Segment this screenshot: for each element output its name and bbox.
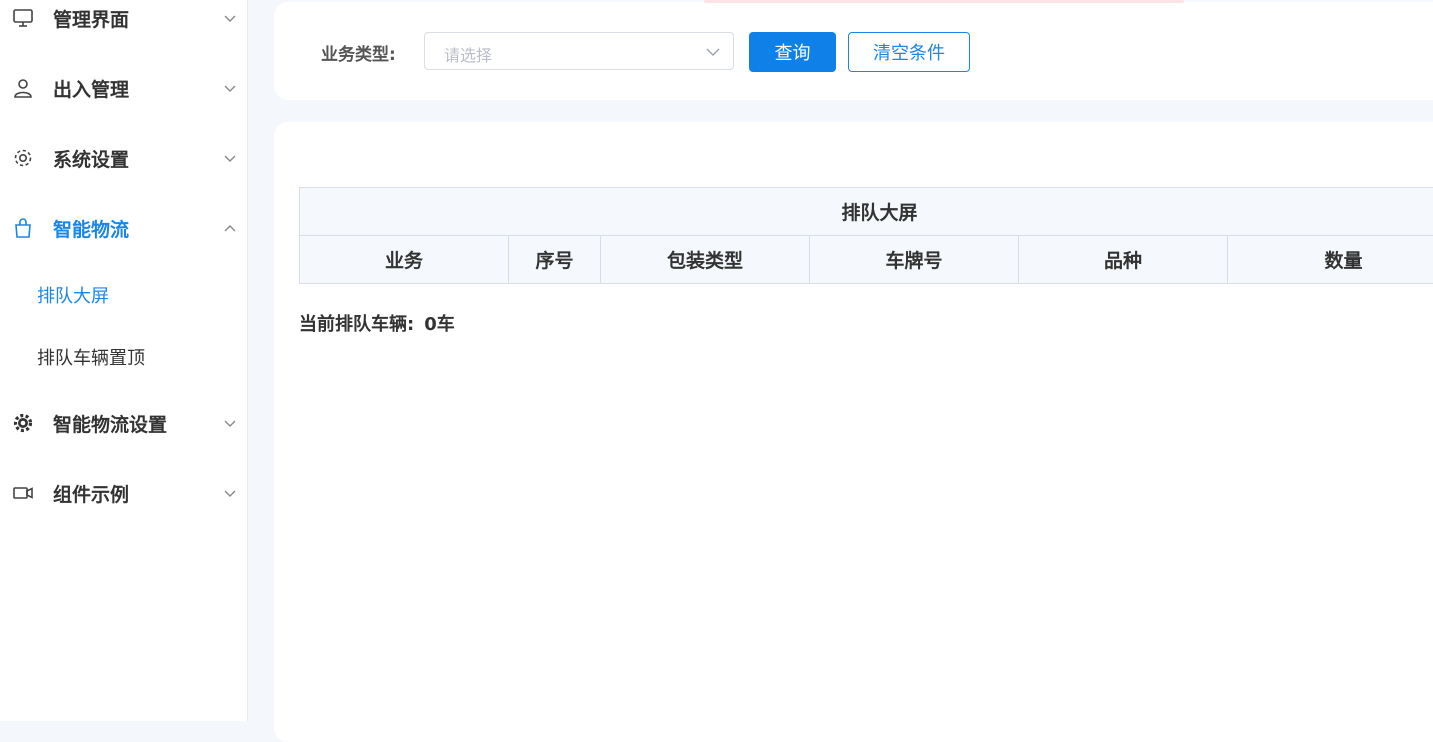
column-header-plate-number: 车牌号 [810, 236, 1019, 284]
monitor-icon [12, 7, 34, 29]
column-header-sequence: 序号 [509, 236, 601, 284]
sidebar-item-label: 出入管理 [53, 75, 129, 102]
filter-card: 业务类型: 请选择 查询 清空条件 [274, 2, 1433, 100]
user-icon [12, 77, 34, 99]
column-header-package-type: 包装类型 [601, 236, 810, 284]
sidebar-item-smart-logistics[interactable]: 智能物流 [0, 203, 248, 253]
shopping-bag-icon [12, 217, 34, 239]
clear-conditions-button[interactable]: 清空条件 [848, 32, 970, 72]
table-title: 排队大屏 [300, 188, 1433, 236]
sidebar-item-management[interactable]: 管理界面 [0, 0, 248, 43]
queue-count-value: 0车 [424, 314, 455, 335]
sidebar-item-access[interactable]: 出入管理 [0, 63, 248, 113]
chevron-down-icon [222, 80, 238, 96]
chevron-up-icon [222, 220, 238, 236]
sidebar-item-label: 系统设置 [53, 145, 129, 172]
sidebar-item-smart-logistics-settings[interactable]: 智能物流设置 [0, 398, 248, 448]
chevron-down-icon [222, 415, 238, 431]
sidebar-subitem-queue-screen[interactable]: 排队大屏 [0, 275, 248, 315]
query-button[interactable]: 查询 [749, 32, 836, 72]
gear-filled-icon [12, 412, 34, 434]
queue-count: 当前排队车辆: 0车 [299, 310, 455, 336]
chevron-down-icon [705, 44, 721, 60]
sidebar-subitem-queue-vehicle-pin[interactable]: 排队车辆置顶 [0, 337, 248, 377]
sidebar-subitem-label: 排队车辆置顶 [37, 344, 145, 370]
sidebar: 管理界面 出入管理 系统设置 智能物流 排队大屏 排 [0, 0, 248, 721]
queue-count-label: 当前排队车辆: [299, 314, 414, 335]
sidebar-item-label: 智能物流设置 [53, 410, 167, 437]
column-header-business: 业务 [300, 236, 509, 284]
business-type-select[interactable]: 请选择 [424, 32, 734, 70]
sidebar-item-component-examples[interactable]: 组件示例 [0, 468, 248, 518]
queue-table: 排队大屏 业务 序号 包装类型 车牌号 品种 数量 [299, 187, 1433, 284]
content-card: 排队大屏 业务 序号 包装类型 车牌号 品种 数量 当前排队车辆: 0车 [274, 122, 1433, 742]
business-type-label: 业务类型: [321, 40, 396, 65]
sidebar-item-system-settings[interactable]: 系统设置 [0, 133, 248, 183]
gear-outline-icon [12, 147, 34, 169]
top-accent-bar [704, 0, 1184, 3]
select-placeholder: 请选择 [444, 42, 492, 66]
chevron-down-icon [222, 10, 238, 26]
column-header-variety: 品种 [1019, 236, 1228, 284]
chevron-down-icon [222, 150, 238, 166]
chevron-down-icon [222, 485, 238, 501]
sidebar-subitem-label: 排队大屏 [37, 282, 109, 308]
sidebar-item-label: 组件示例 [53, 480, 129, 507]
column-header-quantity: 数量 [1228, 236, 1433, 284]
sidebar-item-label: 智能物流 [53, 215, 129, 242]
sidebar-item-label: 管理界面 [53, 5, 129, 32]
video-camera-icon [12, 482, 34, 504]
queue-table-wrapper: 排队大屏 业务 序号 包装类型 车牌号 品种 数量 [299, 187, 1433, 284]
